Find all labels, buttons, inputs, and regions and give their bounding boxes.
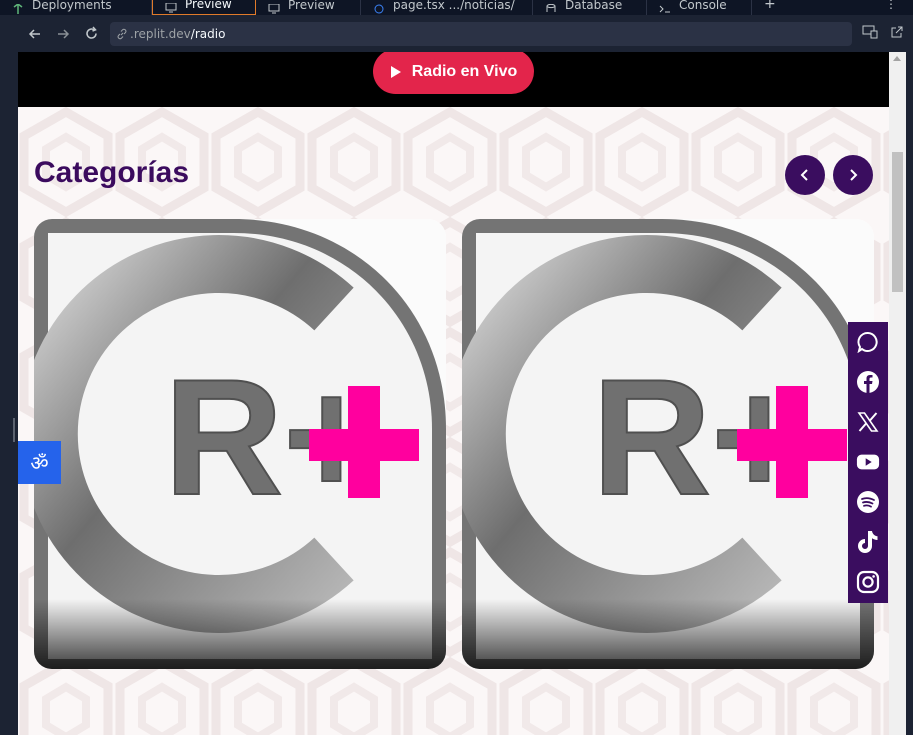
url-input[interactable]: .replit.dev/radio — [110, 21, 852, 46]
scroll-thumb[interactable] — [892, 152, 903, 292]
open-new-tab-icon[interactable] — [890, 24, 904, 43]
replit-window: Deployments Preview Preview page.tsx ...… — [0, 0, 913, 735]
forward-button[interactable] — [54, 25, 72, 43]
accessibility-icon: ॐ — [30, 451, 49, 475]
url-path: /radio — [190, 26, 226, 41]
categories-title: Categorías — [34, 156, 190, 189]
tab-label: page.tsx .../noticias/ — [393, 0, 515, 12]
right-gutter — [906, 52, 913, 735]
carousel-prev-button[interactable] — [785, 155, 825, 195]
instagram-icon[interactable] — [856, 570, 880, 594]
tab-preview-active[interactable]: Preview — [152, 0, 256, 15]
tab-deployments[interactable]: Deployments — [0, 0, 152, 15]
resize-handle[interactable] — [13, 418, 15, 442]
url-host: .replit.dev — [130, 26, 191, 41]
link-icon — [117, 28, 127, 39]
preview-url-bar: .replit.dev/radio — [0, 15, 913, 52]
monitor-icon — [165, 2, 177, 13]
webpage-viewport: Radio en Vivo Categorías R+ R+ ॐ — [18, 52, 889, 735]
spotify-icon[interactable] — [856, 490, 880, 514]
page-scrollbar[interactable] — [889, 52, 906, 735]
monitor-icon — [268, 3, 280, 14]
reload-button[interactable] — [82, 25, 100, 43]
more-menu-button[interactable]: ⋮ — [885, 0, 913, 15]
tab-preview[interactable]: Preview — [256, 0, 361, 15]
devtools-icon[interactable] — [862, 24, 878, 43]
tab-page-tsx[interactable]: page.tsx .../noticias/ — [361, 0, 533, 15]
x-twitter-icon[interactable] — [856, 410, 880, 434]
facebook-icon[interactable] — [856, 370, 880, 394]
tab-label: Database — [565, 0, 623, 12]
deploy-icon — [12, 3, 24, 14]
tab-label: Preview — [288, 0, 335, 12]
left-gutter — [0, 52, 18, 735]
tab-database[interactable]: Database — [533, 0, 647, 15]
arrow-right-icon — [58, 28, 70, 39]
accessibility-button[interactable]: ॐ — [18, 441, 61, 484]
reload-icon — [85, 26, 97, 39]
category-card[interactable]: R+ — [462, 219, 874, 669]
scroll-up-arrow-icon[interactable] — [893, 56, 901, 61]
radio-live-button[interactable]: Radio en Vivo — [373, 52, 534, 94]
tab-bar: Deployments Preview Preview page.tsx ...… — [0, 0, 913, 15]
add-tab-button[interactable]: + — [752, 0, 788, 15]
play-icon — [390, 65, 401, 78]
chevron-left-icon — [800, 169, 808, 181]
terminal-icon — [659, 4, 671, 14]
back-button[interactable] — [26, 25, 44, 43]
database-icon — [545, 3, 557, 14]
radio-live-label: Radio en Vivo — [411, 62, 518, 80]
youtube-icon[interactable] — [856, 450, 880, 474]
carousel-next-button[interactable] — [833, 155, 873, 195]
category-card-logo: R+ — [34, 219, 446, 669]
tab-console[interactable]: Console — [647, 0, 752, 15]
tab-label: Deployments — [32, 0, 112, 12]
category-card-logo: R+ — [462, 219, 874, 669]
category-card[interactable]: R+ — [34, 219, 446, 669]
file-icon — [373, 4, 385, 14]
chevron-right-icon — [850, 169, 858, 181]
arrow-left-icon — [28, 28, 40, 39]
tab-label: Console — [679, 0, 727, 12]
tiktok-icon[interactable] — [856, 530, 880, 554]
whatsapp-icon[interactable] — [856, 330, 880, 354]
social-sidebar — [848, 322, 888, 603]
tab-label: Preview — [185, 0, 232, 11]
